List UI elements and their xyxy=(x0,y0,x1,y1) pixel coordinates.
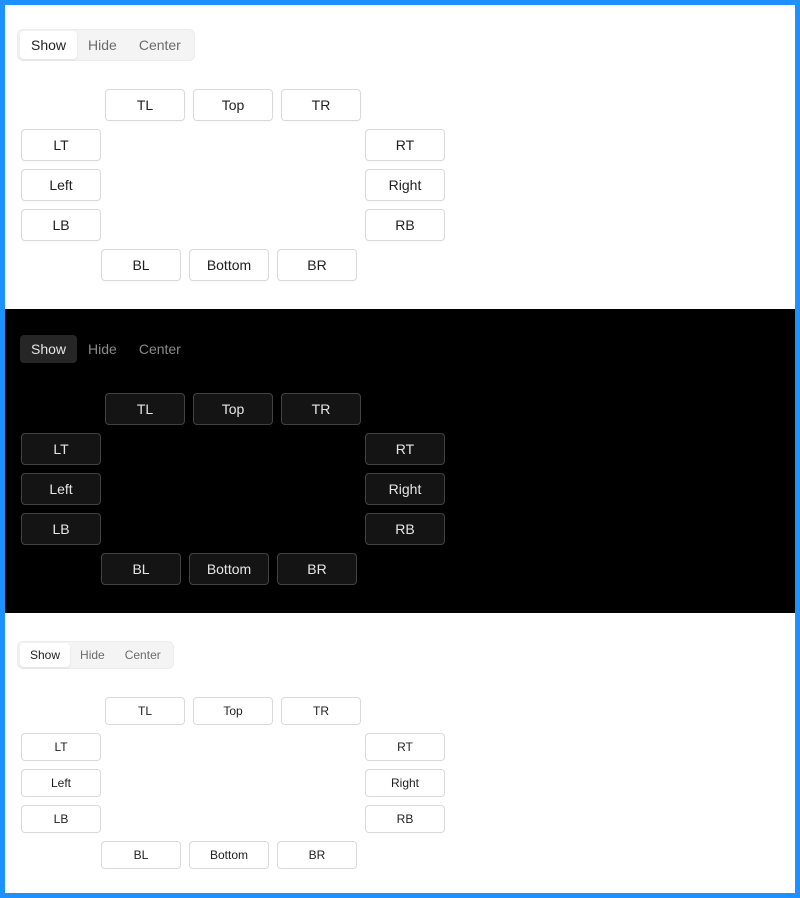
arrow-mode-segmented: Show Hide Center xyxy=(17,641,174,669)
button-bottom[interactable]: Bottom xyxy=(189,841,269,869)
button-lt[interactable]: LT xyxy=(21,129,101,161)
button-br[interactable]: BR xyxy=(277,841,357,869)
button-lb[interactable]: LB xyxy=(21,805,101,833)
button-tl[interactable]: TL xyxy=(105,697,185,725)
button-bottom[interactable]: Bottom xyxy=(189,553,269,585)
button-br[interactable]: BR xyxy=(277,553,357,585)
segment-hide[interactable]: Hide xyxy=(77,31,128,59)
button-bl[interactable]: BL xyxy=(101,841,181,869)
button-top[interactable]: Top xyxy=(193,697,273,725)
button-left[interactable]: Left xyxy=(21,769,101,797)
button-tr[interactable]: TR xyxy=(281,697,361,725)
demo-frame: Show Hide Center TL Top TR LT Left LB RT… xyxy=(5,5,795,893)
segment-show[interactable]: Show xyxy=(20,643,71,667)
button-tr[interactable]: TR xyxy=(281,89,361,121)
button-lt[interactable]: LT xyxy=(21,433,101,465)
segment-center[interactable]: Center xyxy=(115,643,171,667)
segment-hide[interactable]: Hide xyxy=(70,643,115,667)
small-section: Show Hide Center TL Top TR LT Left LB RT… xyxy=(5,613,795,893)
button-rb[interactable]: RB xyxy=(365,805,445,833)
button-tl[interactable]: TL xyxy=(105,393,185,425)
button-br[interactable]: BR xyxy=(277,249,357,281)
button-right[interactable]: Right xyxy=(365,169,445,201)
segment-center[interactable]: Center xyxy=(128,335,192,363)
segment-center[interactable]: Center xyxy=(128,31,192,59)
button-rb[interactable]: RB xyxy=(365,513,445,545)
button-bl[interactable]: BL xyxy=(101,553,181,585)
dark-section: Show Hide Center TL Top TR LT Left LB RT… xyxy=(5,309,795,613)
light-section: Show Hide Center TL Top TR LT Left LB RT… xyxy=(5,5,795,309)
segment-hide[interactable]: Hide xyxy=(77,335,128,363)
button-tr[interactable]: TR xyxy=(281,393,361,425)
button-rt[interactable]: RT xyxy=(365,433,445,465)
button-rt[interactable]: RT xyxy=(365,129,445,161)
button-top[interactable]: Top xyxy=(193,89,273,121)
button-lb[interactable]: LB xyxy=(21,209,101,241)
button-rb[interactable]: RB xyxy=(365,209,445,241)
button-tl[interactable]: TL xyxy=(105,89,185,121)
button-bottom[interactable]: Bottom xyxy=(189,249,269,281)
button-rt[interactable]: RT xyxy=(365,733,445,761)
button-lb[interactable]: LB xyxy=(21,513,101,545)
button-top[interactable]: Top xyxy=(193,393,273,425)
arrow-mode-segmented: Show Hide Center xyxy=(17,29,195,61)
button-left[interactable]: Left xyxy=(21,169,101,201)
button-right[interactable]: Right xyxy=(365,769,445,797)
segment-show[interactable]: Show xyxy=(20,31,78,59)
button-left[interactable]: Left xyxy=(21,473,101,505)
arrow-mode-segmented: Show Hide Center xyxy=(17,333,195,365)
segment-show[interactable]: Show xyxy=(20,335,78,363)
button-lt[interactable]: LT xyxy=(21,733,101,761)
button-bl[interactable]: BL xyxy=(101,249,181,281)
button-right[interactable]: Right xyxy=(365,473,445,505)
